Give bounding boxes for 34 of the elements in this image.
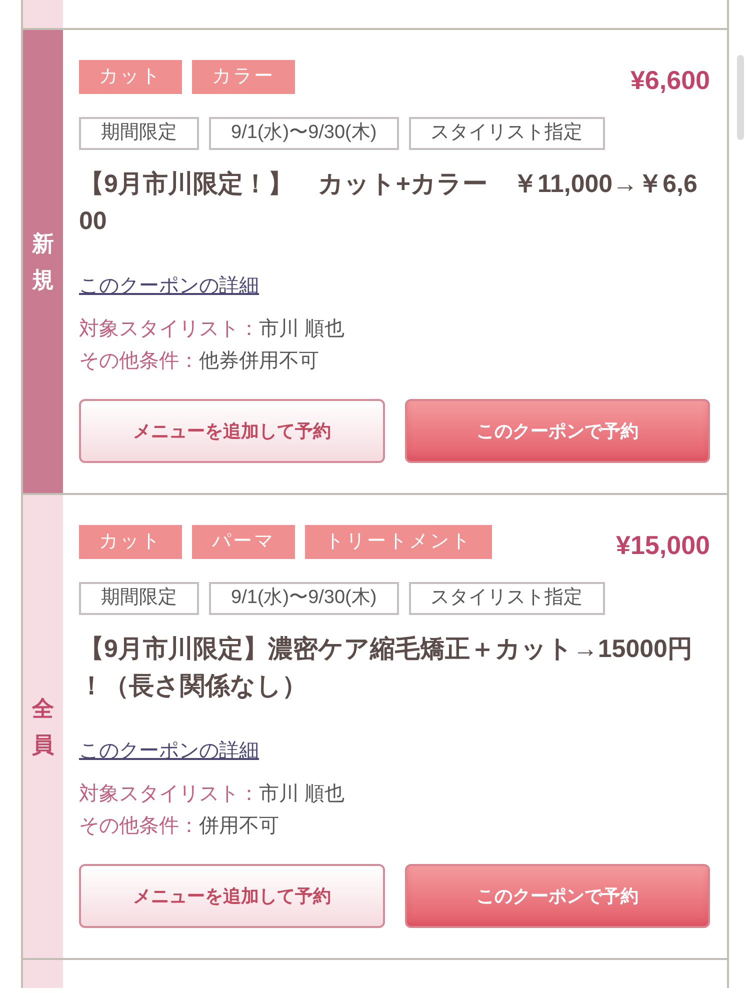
coupon-detail-link[interactable]: このクーポンの詳細 xyxy=(79,740,259,762)
menu-tag: トリートメント xyxy=(305,525,492,559)
info-label: 9/1(水)〜9/30(木) xyxy=(209,117,399,150)
menu-tag: カラー xyxy=(192,60,295,94)
category-band xyxy=(23,0,63,28)
condition-value: 他券併用不可 xyxy=(199,349,319,374)
coupon-price: ¥6,600 xyxy=(630,64,710,97)
category-band xyxy=(23,960,63,988)
condition-value: 併用不可 xyxy=(199,814,279,839)
category-label: 新規 xyxy=(32,230,54,294)
condition-label: 対象スタイリスト： xyxy=(79,317,259,342)
info-label: スタイリスト指定 xyxy=(408,582,605,615)
condition-label: 対象スタイリスト： xyxy=(79,782,259,807)
condition-label: その他条件： xyxy=(79,349,199,374)
add-menu-reserve-button[interactable]: メニューを追加して予約 xyxy=(79,399,384,463)
add-menu-reserve-button[interactable]: メニューを追加して予約 xyxy=(79,864,384,928)
coupon-price: ¥15,000 xyxy=(616,529,710,562)
coupon-title: 【9月市川限定！】 カット+カラー ￥11,000→￥6,600 xyxy=(79,169,698,237)
info-label: 期間限定 xyxy=(79,117,199,150)
condition-label: その他条件： xyxy=(79,814,199,839)
coupon-reserve-button[interactable]: このクーポンで予約 xyxy=(404,864,710,928)
info-label: 9/1(水)〜9/30(木) xyxy=(209,582,399,615)
menu-tag: カット xyxy=(79,60,182,94)
category-label: 全員 xyxy=(32,695,54,758)
menu-tag: パーマ xyxy=(192,525,295,559)
coupon-detail-link[interactable]: このクーポンの詳細 xyxy=(79,275,259,297)
condition-value: 市川 順也 xyxy=(259,317,345,342)
info-label: 期間限定 xyxy=(79,582,199,615)
coupon-title: 【9月市川限定】濃密ケア縮毛矯正＋カット→15000円！（長さ関係なし） xyxy=(79,634,694,702)
info-label: スタイリスト指定 xyxy=(408,117,605,150)
condition-value: 市川 順也 xyxy=(259,782,345,807)
menu-tag: カット xyxy=(79,525,182,559)
scrollbar-thumb[interactable] xyxy=(737,55,744,140)
coupon-reserve-button[interactable]: このクーポンで予約 xyxy=(404,399,710,463)
